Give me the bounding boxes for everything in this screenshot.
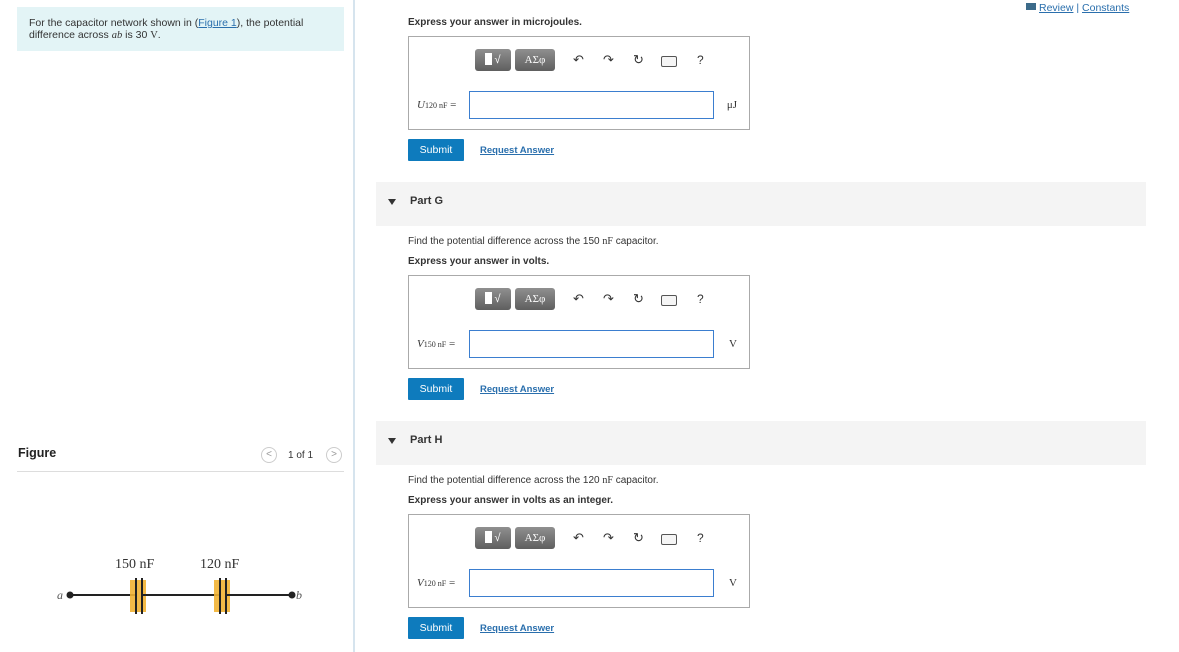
review-link[interactable]: Review — [1039, 2, 1073, 14]
question-unit: nF — [602, 475, 613, 486]
constants-link[interactable]: Constants — [1082, 2, 1129, 14]
keyboard-icon[interactable] — [661, 534, 677, 545]
express-instruction: Express your answer in microjoules. — [408, 17, 582, 28]
answer-unit: V — [729, 577, 737, 589]
templates-button[interactable]: √ — [475, 527, 511, 549]
review-constants-links: Review | Constants — [1026, 2, 1129, 14]
question-text: Find the potential difference across the… — [408, 236, 603, 247]
redo-icon[interactable]: ↷ — [603, 290, 614, 308]
keyboard-icon[interactable] — [661, 295, 677, 306]
template-icon — [485, 531, 493, 543]
figure-link[interactable]: Figure 1 — [198, 17, 237, 29]
question-text: Find the potential difference across the… — [408, 475, 603, 486]
greek-symbols-button[interactable]: ΑΣφ — [515, 527, 555, 549]
chevron-right-icon: > — [331, 449, 337, 460]
question-text: capacitor. — [612, 236, 659, 247]
answer-box-h: √ ΑΣφ ↶ ↷ ↻ ? V120 nF = V — [408, 514, 750, 608]
request-answer-link[interactable]: Request Answer — [480, 145, 554, 156]
problem-statement: For the capacitor network shown in (Figu… — [17, 7, 344, 51]
keyboard-icon[interactable] — [661, 56, 677, 67]
caret-down-icon — [388, 438, 396, 444]
reset-icon[interactable]: ↻ — [633, 51, 644, 69]
review-icon — [1026, 3, 1036, 10]
sqrt-icon: √ — [494, 54, 501, 66]
equals-sign: = — [450, 99, 457, 111]
variable-subscript: 120 nF — [423, 579, 447, 588]
express-instruction: Express your answer in volts as an integ… — [408, 495, 614, 506]
template-icon — [485, 292, 493, 304]
figure-next-button[interactable]: > — [326, 447, 342, 463]
equals-sign: = — [448, 577, 456, 589]
node-a-label: a — [57, 588, 63, 602]
variable-label: U120 nF = — [417, 99, 456, 111]
problem-text: . — [157, 29, 161, 41]
reset-icon[interactable]: ↻ — [633, 290, 644, 308]
node-b-dot — [288, 591, 296, 599]
chevron-left-icon: < — [266, 449, 272, 460]
figure-prev-button[interactable]: < — [261, 447, 277, 463]
answer-input-g[interactable] — [469, 330, 714, 358]
question-unit: nF — [602, 236, 613, 247]
express-instruction: Express your answer in volts. — [408, 256, 550, 267]
caret-down-icon — [388, 199, 396, 205]
template-icon — [485, 53, 493, 65]
submit-button[interactable]: Submit — [408, 378, 464, 400]
greek-symbols-button[interactable]: ΑΣφ — [515, 288, 555, 310]
answer-box-g: √ ΑΣφ ↶ ↷ ↻ ? V150 nF = V — [408, 275, 750, 369]
part-title: Part G — [410, 195, 444, 207]
greek-symbols-button[interactable]: ΑΣφ — [515, 49, 555, 71]
redo-icon[interactable]: ↷ — [603, 51, 614, 69]
redo-icon[interactable]: ↷ — [603, 529, 614, 547]
capacitor-120nF-label: 120 nF — [200, 557, 240, 572]
request-answer-link[interactable]: Request Answer — [480, 623, 554, 634]
help-icon[interactable]: ? — [697, 529, 704, 547]
part-g-question: Find the potential difference across the… — [408, 236, 659, 247]
problem-text: is 30 — [122, 29, 151, 41]
templates-button[interactable]: √ — [475, 49, 511, 71]
capacitor-circuit-figure: a b 150 nF 120 nF — [57, 557, 302, 614]
variable-subscript: 120 nF — [424, 101, 448, 110]
part-h-question: Find the potential difference across the… — [408, 475, 659, 486]
part-h-header[interactable]: Part H — [376, 421, 1146, 465]
answer-box-u: √ ΑΣφ ↶ ↷ ↻ ? U120 nF = μJ — [408, 36, 750, 130]
answer-input-h[interactable] — [469, 569, 714, 597]
submit-button[interactable]: Submit — [408, 617, 464, 639]
answer-unit: V — [729, 338, 737, 350]
undo-icon[interactable]: ↶ — [573, 529, 584, 547]
capacitor-150nF-label: 150 nF — [115, 557, 155, 572]
templates-button[interactable]: √ — [475, 288, 511, 310]
part-g-header[interactable]: Part G — [376, 182, 1146, 226]
undo-icon[interactable]: ↶ — [573, 51, 584, 69]
variable-subscript: 150 nF — [423, 340, 447, 349]
undo-icon[interactable]: ↶ — [573, 290, 584, 308]
variable-main: U — [417, 99, 425, 111]
figure-title: Figure — [18, 446, 57, 460]
help-icon[interactable]: ? — [697, 51, 704, 69]
node-b-label: b — [296, 588, 302, 602]
figure-separator — [17, 471, 344, 472]
request-answer-link[interactable]: Request Answer — [480, 384, 554, 395]
answer-unit: μJ — [726, 99, 737, 111]
problem-unit: V — [150, 30, 158, 41]
sqrt-icon: √ — [494, 532, 501, 544]
submit-button[interactable]: Submit — [408, 139, 464, 161]
problem-variable: ab — [111, 30, 123, 41]
help-icon[interactable]: ? — [697, 290, 704, 308]
answer-input-u[interactable] — [469, 91, 714, 119]
variable-main: V — [417, 338, 424, 350]
equals-sign: = — [448, 338, 456, 350]
variable-main: V — [417, 577, 424, 589]
reset-icon[interactable]: ↻ — [633, 529, 644, 547]
figure-pager: 1 of 1 — [288, 450, 314, 461]
question-text: capacitor. — [612, 475, 659, 486]
problem-text: For the capacitor network shown in ( — [29, 17, 199, 29]
variable-label: V150 nF = — [417, 338, 455, 350]
variable-label: V120 nF = — [417, 577, 455, 589]
part-title: Part H — [410, 434, 443, 446]
link-separator: | — [1076, 2, 1080, 14]
panel-divider — [353, 0, 355, 652]
sqrt-icon: √ — [494, 293, 501, 305]
